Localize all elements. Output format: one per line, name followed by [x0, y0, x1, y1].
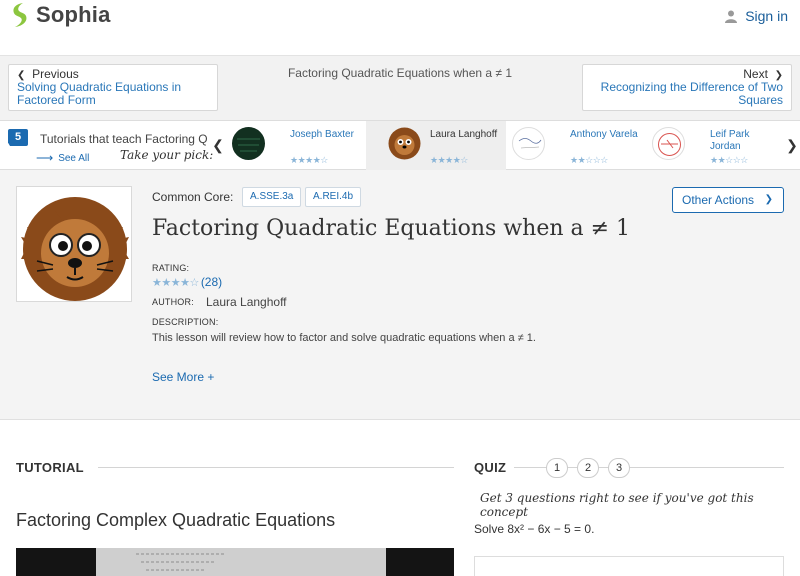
user-icon: [725, 10, 738, 23]
rating-stars: ★★★★☆: [290, 155, 328, 165]
divider: [98, 467, 454, 468]
strip-prev-arrow[interactable]: ❮: [211, 137, 225, 154]
rating-stars: ★★☆☆☆: [570, 155, 608, 165]
rating-stars: ★★★★☆: [152, 276, 199, 289]
next-label: Next: [743, 67, 768, 81]
description-label: DESCRIPTION:: [152, 317, 219, 327]
other-actions-button[interactable]: Other Actions ❯: [672, 187, 784, 213]
author-name: Laura Langhoff: [206, 295, 287, 309]
common-core-tag[interactable]: A.REI.4b: [305, 187, 362, 207]
quiz-question: Solve 8x² − 6x − 5 = 0.: [474, 522, 595, 536]
sign-in-link[interactable]: Sign in: [725, 8, 788, 24]
lesson-description: This lesson will review how to factor an…: [152, 332, 536, 344]
quiz-step-2[interactable]: 2: [577, 458, 599, 478]
top-bar: Sophia Sign in: [0, 0, 800, 56]
common-core-label: Common Core:: [152, 190, 234, 204]
take-your-pick-text: Take your pick:: [120, 148, 214, 162]
quiz-step-1[interactable]: 1: [546, 458, 568, 478]
brand-name: Sophia: [36, 2, 111, 27]
quiz-heading: QUIZ: [474, 460, 507, 475]
tutorial-heading: TUTORIAL: [16, 460, 84, 475]
lesson-detail: Common Core: A.SSE.3a A.REI.4b Other Act…: [0, 170, 800, 420]
sign-in-label: Sign in: [745, 8, 788, 24]
tutorial-author: Leif Park Jordan: [710, 129, 750, 152]
tutorial-author: Laura Langhoff: [430, 129, 498, 140]
strip-next-arrow[interactable]: ❯: [785, 137, 799, 154]
video-frame: [96, 548, 386, 576]
tutorial-thumbnail: [652, 127, 685, 160]
tutorial-title: Factoring Complex Quadratic Equations: [16, 510, 336, 530]
tutorial-thumbnail: [232, 127, 265, 160]
tutorials-label: Tutorials that teach Factoring Q: [40, 132, 208, 146]
tutorial-card-joseph-baxter[interactable]: Joseph Baxter ★★★★☆: [226, 121, 366, 170]
author-avatar: [16, 186, 132, 302]
previous-lesson-link[interactable]: ❮ Previous Solving Quadratic Equations i…: [8, 64, 218, 111]
next-lesson-title: Recognizing the Difference of Two Square…: [600, 80, 783, 107]
current-lesson-title: Factoring Quadratic Equations when a ≠ 1: [287, 66, 513, 80]
tutorial-thumbnail: [512, 127, 545, 160]
tutorial-card-leif-park-jordan[interactable]: Leif Park Jordan ★★☆☆☆: [646, 121, 786, 170]
tutorial-thumbnail: [388, 127, 421, 160]
tutorial-author: Joseph Baxter: [290, 129, 354, 140]
see-all-label: See All: [58, 152, 90, 164]
previous-lesson-title: Solving Quadratic Equations in Factored …: [17, 80, 182, 107]
other-actions-label: Other Actions: [682, 193, 755, 207]
quiz-step-3[interactable]: 3: [608, 458, 630, 478]
lion-avatar-icon: [21, 197, 129, 301]
rating-count: (28): [200, 275, 223, 289]
tutorial-count-badge: 5: [8, 129, 28, 146]
tutorials-strip: 5 Tutorials that teach Factoring Q ⟶ See…: [0, 120, 800, 170]
lesson-navigation: ❮ Previous Solving Quadratic Equations i…: [0, 56, 800, 120]
see-more-link[interactable]: See More +: [152, 370, 214, 384]
tutorial-video[interactable]: [16, 548, 454, 576]
quiz-answer-box[interactable]: [474, 556, 784, 576]
author-label: AUTHOR:: [152, 297, 194, 307]
tutorial-card-laura-langhoff[interactable]: Laura Langhoff ★★★★☆: [366, 121, 506, 170]
rating-label: RATING:: [152, 263, 190, 273]
sophia-logo-icon: [13, 3, 27, 27]
handwritten-notes-icon: [136, 553, 226, 571]
tutorial-author: Anthony Varela: [570, 129, 638, 140]
arrow-right-icon: ⟶: [36, 151, 54, 165]
common-core-tag[interactable]: A.SSE.3a: [242, 187, 302, 207]
see-all-link[interactable]: ⟶ See All: [36, 151, 89, 165]
tutorial-card-anthony-varela[interactable]: Anthony Varela ★★☆☆☆: [506, 121, 646, 170]
rating-stars: ★★★★☆: [430, 155, 468, 165]
rating-stars: ★★☆☆☆: [710, 155, 748, 165]
quiz-instruction: Get 3 questions right to see if you've g…: [480, 491, 754, 519]
previous-label: Previous: [32, 67, 79, 81]
sophia-logo[interactable]: Sophia: [10, 2, 111, 28]
lesson-rating[interactable]: ★★★★☆ (28): [152, 275, 222, 289]
chevron-down-icon: ❯: [764, 194, 773, 205]
lesson-title: Factoring Quadratic Equations when a ≠ 1: [152, 216, 631, 241]
next-lesson-link[interactable]: Next ❯ Recognizing the Difference of Two…: [582, 64, 792, 111]
